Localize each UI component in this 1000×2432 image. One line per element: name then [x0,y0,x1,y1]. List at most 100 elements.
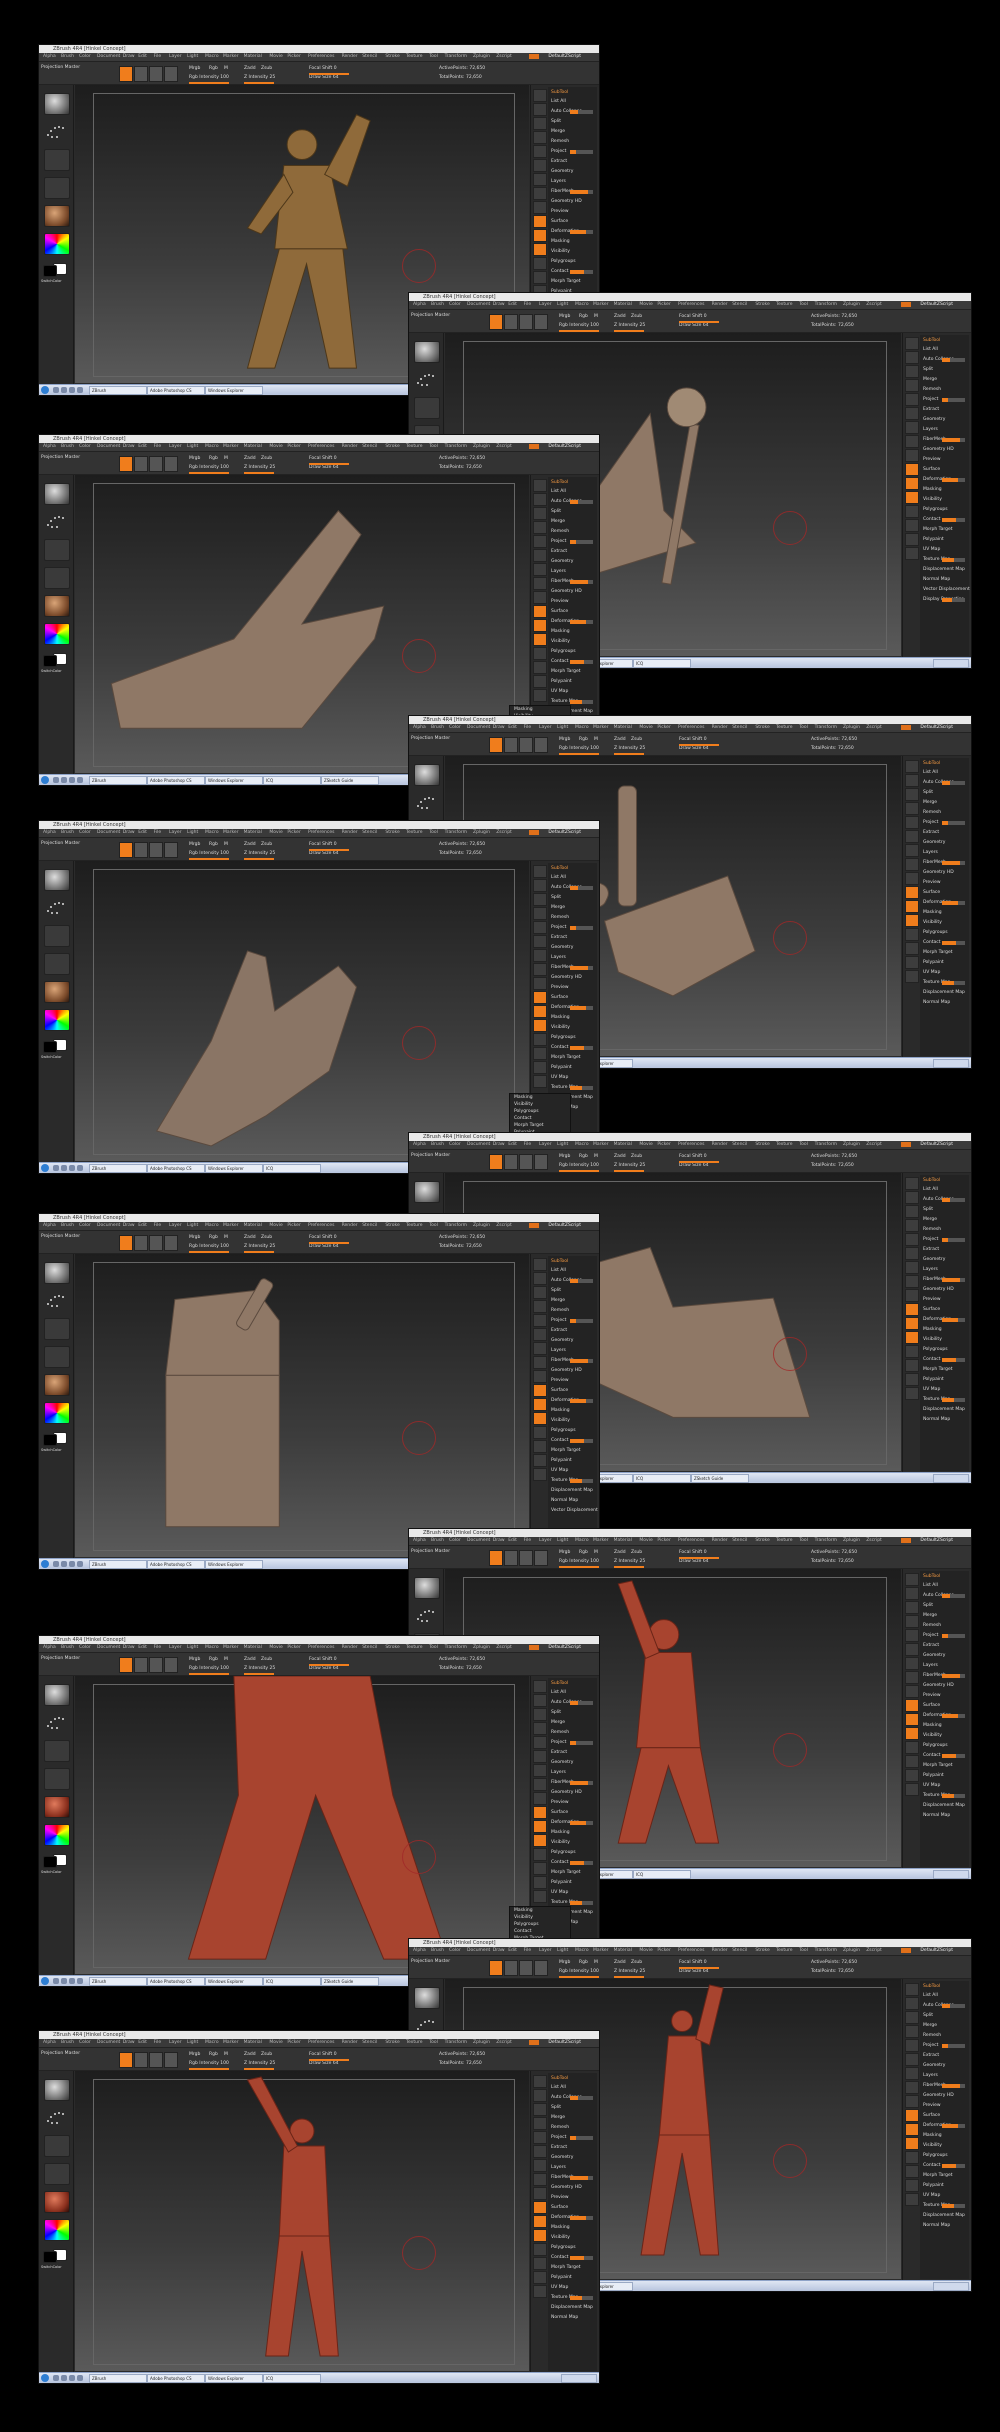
canvas-nav-button[interactable] [905,928,919,941]
subtool-menu-item[interactable]: Layers [551,955,566,960]
menu-item-brush[interactable]: Brush [61,2040,74,2045]
canvas-nav-button[interactable] [533,591,547,604]
menu-item-light[interactable]: Light [557,1538,568,1543]
canvas-nav-button[interactable] [533,1370,547,1383]
canvas-nav-button[interactable] [533,1286,547,1299]
panel-slider[interactable] [942,901,965,905]
canvas-nav-button[interactable] [533,1384,547,1397]
subtool-menu-item[interactable]: Merge [923,377,937,382]
subtool-menu-item[interactable]: List All [923,1187,938,1192]
canvas-nav-button[interactable] [533,1005,547,1018]
canvas-nav-button[interactable] [905,1769,919,1782]
canvas-nav-button[interactable] [533,2117,547,2130]
quick-launch-icon[interactable] [53,777,59,783]
panel-slider[interactable] [942,398,965,402]
canvas-nav-button[interactable] [533,2131,547,2144]
menu-item-preferences[interactable]: Preferences [308,830,334,835]
panel-slider[interactable] [570,2096,593,2100]
canvas-nav-button[interactable] [905,421,919,434]
canvas-nav-button[interactable] [533,1708,547,1721]
subtool-menu-item[interactable]: Merge [923,1613,937,1618]
menu-item-preferences[interactable]: Preferences [678,1538,704,1543]
menu-item-document[interactable]: Document [97,830,120,835]
menu-item-light[interactable]: Light [187,54,198,59]
zsub-button[interactable]: Zsub [631,1154,642,1159]
draw-size-slider[interactable]: Draw Size 64 [679,1163,709,1168]
draw-button[interactable] [119,456,133,472]
canvas-nav-button[interactable] [533,187,547,200]
scale-button[interactable] [149,66,163,82]
m-button[interactable]: M [594,1154,598,1159]
subtool-menu-item[interactable]: Extract [923,1643,939,1648]
canvas-nav-button[interactable] [905,1247,919,1260]
color-picker[interactable] [44,1009,70,1031]
alpha-thumbnail[interactable] [44,1740,70,1762]
move-button[interactable] [504,314,518,330]
menu-item-transform[interactable]: Transform [815,302,837,307]
menu-item-color[interactable]: Color [79,2040,91,2045]
panel-slider[interactable] [570,886,593,890]
menu-item-material[interactable]: Material [244,830,262,835]
menu-item-movie[interactable]: Movie [269,1223,282,1228]
menu-item-stencil[interactable]: Stencil [362,54,377,59]
menu-item-stencil[interactable]: Stencil [362,830,377,835]
menu-item-layer[interactable]: Layer [169,2040,182,2045]
menu-item-light[interactable]: Light [557,302,568,307]
texture-thumbnail[interactable] [44,567,70,589]
menu-item-draw[interactable]: Draw [493,725,505,730]
menu-item-render[interactable]: Render [712,1538,728,1543]
canvas-nav-button[interactable] [905,463,919,476]
draw-size-slider[interactable]: Draw Size 64 [679,1559,709,1564]
alpha-thumbnail[interactable] [44,539,70,561]
canvas-nav-button[interactable] [905,2011,919,2024]
subtool-menu-item[interactable]: Split [551,509,561,514]
subtool-menu-item[interactable]: Project [551,149,566,154]
panel-slider[interactable] [570,700,593,704]
menu-item-preferences[interactable]: Preferences [308,444,334,449]
subtool-menu-item[interactable]: List All [551,1268,566,1273]
canvas-nav-button[interactable] [905,1629,919,1642]
panel-slider[interactable] [942,981,965,985]
rgb-intensity-slider[interactable]: Rgb Intensity 100 [559,1163,599,1168]
subtool-menu-item[interactable]: Split [551,895,561,900]
subtool-panel-title[interactable]: SubTool [551,1681,568,1686]
subtool-menu-item[interactable]: Project [551,1318,566,1323]
canvas-nav-button[interactable] [905,1783,919,1796]
canvas-nav-button[interactable] [533,2159,547,2172]
subtool-menu-item[interactable]: List All [551,99,566,104]
subtool-menu-item[interactable]: Geometry HD [551,199,582,204]
menu-item-material[interactable]: Material [614,1948,632,1953]
menu-item-light[interactable]: Light [187,444,198,449]
rotate-button[interactable] [164,842,178,858]
subtool-menu-item[interactable]: Extract [551,159,567,164]
panel-slider[interactable] [942,861,965,865]
panel-slider[interactable] [570,1901,593,1905]
canvas-nav-button[interactable] [905,1615,919,1628]
subtool-menu-item[interactable]: Remesh [551,1730,569,1735]
menu-item-color[interactable]: Color [449,302,461,307]
subtool-menu-item[interactable]: Layers [551,1770,566,1775]
subtool-menu-item[interactable]: List All [923,347,938,352]
secondary-color-swatch[interactable] [43,1856,57,1868]
menu-item-movie[interactable]: Movie [639,725,652,730]
panel-slider[interactable] [570,1086,593,1090]
alpha-thumbnail[interactable] [44,149,70,171]
canvas-nav-button[interactable] [533,1468,547,1481]
scale-button[interactable] [149,456,163,472]
rgb-intensity-slider[interactable]: Rgb Intensity 100 [189,1666,229,1671]
menu-item-material[interactable]: Material [244,1223,262,1228]
menu-item-light[interactable]: Light [187,830,198,835]
subtool-menu-item[interactable]: Contact [551,269,569,274]
start-button-icon[interactable] [41,386,49,394]
subtool-menu-item[interactable]: Remesh [551,529,569,534]
menu-item-brush[interactable]: Brush [431,302,444,307]
menu-item-draw[interactable]: Draw [123,1223,135,1228]
menu-item-transform[interactable]: Transform [445,54,467,59]
subtool-menu-item[interactable]: Geometry [923,1257,945,1262]
subtool-menu-item[interactable]: Geometry [923,840,945,845]
panel-slider[interactable] [570,1046,593,1050]
subtool-menu-item[interactable]: Contact [923,1357,941,1362]
quick-launch-icon[interactable] [61,777,67,783]
default-zscript-label[interactable]: DefaultZScript [548,2040,581,2045]
subtool-menu-item[interactable]: Remesh [551,139,569,144]
